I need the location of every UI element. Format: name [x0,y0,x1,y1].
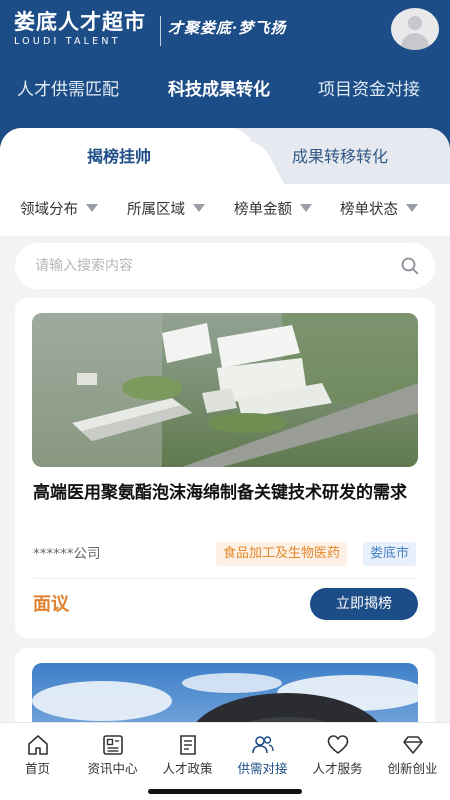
diamond-icon [402,736,423,754]
nav-policy[interactable]: 人才政策 [150,733,225,778]
nav-supply-demand-label: 供需对接 [237,761,288,776]
nav-news[interactable]: 资讯中心 [75,733,150,778]
avatar-body-shape [401,33,429,50]
home-indicator [148,789,302,794]
filter-status[interactable]: 榜单状态 [340,200,418,220]
brand-name-en: LOUDI TALENT [14,36,121,47]
nav-innovation[interactable]: 创新创业 [375,733,450,778]
apply-button[interactable]: 立即揭榜 [310,588,418,620]
nav-talent-service-label: 人才服务 [312,761,363,776]
user-avatar[interactable] [391,8,439,50]
brand-slogan: 才聚娄底·梦飞扬 [168,19,287,37]
brand-logo: 娄底人才超市 LOUDI TALENT [14,10,146,48]
filter-amount-label: 榜单金额 [234,202,292,218]
nav-home[interactable]: 首页 [0,733,75,778]
top-tab-bar: 人才供需匹配 科技成果转化 项目资金对接 [0,78,450,106]
nav-news-label: 资讯中心 [87,761,138,776]
filter-bar: 领域分布 所属区域 榜单金额 榜单状态 [0,184,450,236]
project-card[interactable]: 高端医用聚氨酯泡沫海绵制备关键技术研发的需求 ******公司 食品加工及生物医… [15,298,435,638]
city-tag: 娄底市 [363,542,417,566]
industry-tag: 食品加工及生物医药 [216,542,348,566]
project-title[interactable]: 高端医用聚氨酯泡沫海绵制备关键技术研发的需求 [33,480,421,507]
caret-down-icon [193,204,205,212]
caret-down-icon [86,204,98,212]
nav-home-label: 首页 [24,761,50,776]
filter-region-label: 所属区域 [127,202,185,218]
policy-icon [179,735,196,755]
nav-talent-service[interactable]: 人才服务 [300,733,375,778]
filter-field[interactable]: 领域分布 [20,200,98,220]
sub-tab-bar: 揭榜挂帅 成果转移转化 [0,128,450,184]
users-icon [251,736,274,754]
brand-name: 娄底人才超市 [14,10,146,34]
news-icon [102,735,123,755]
tab-tech-transfer[interactable]: 科技成果转化 [168,78,270,102]
project-image [32,313,418,467]
card-divider [33,578,417,579]
heart-icon [327,735,348,754]
tab-talent-matching[interactable]: 人才供需匹配 [17,78,119,102]
price-value: 面议 [33,594,69,615]
tab-project-funding[interactable]: 项目资金对接 [318,78,420,102]
home-icon [27,735,48,755]
filter-region[interactable]: 所属区域 [127,200,205,220]
tab-jiebang-guashuai[interactable]: 揭榜挂帅 [87,146,151,168]
filter-status-label: 榜单状态 [340,202,398,218]
brand-divider [160,16,161,46]
filter-amount[interactable]: 榜单金额 [234,200,312,220]
nav-innovation-label: 创新创业 [387,761,438,776]
tab-achievement-transfer[interactable]: 成果转移转化 [292,146,388,168]
filter-field-label: 领域分布 [20,202,78,218]
nav-supply-demand[interactable]: 供需对接 [225,733,300,778]
caret-down-icon [300,204,312,212]
nav-policy-label: 人才政策 [162,761,213,776]
search-input[interactable]: 请输入搜索内容 [35,256,133,276]
caret-down-icon [406,204,418,212]
avatar-head-shape [408,16,422,30]
content-panel: 揭榜挂帅 成果转移转化 领域分布 所属区域 榜单金额 榜单状态 请输入搜索内容 [0,128,450,738]
company-name: ******公司 [33,546,101,562]
search-icon[interactable] [401,257,419,275]
search-bar[interactable]: 请输入搜索内容 [15,243,435,289]
